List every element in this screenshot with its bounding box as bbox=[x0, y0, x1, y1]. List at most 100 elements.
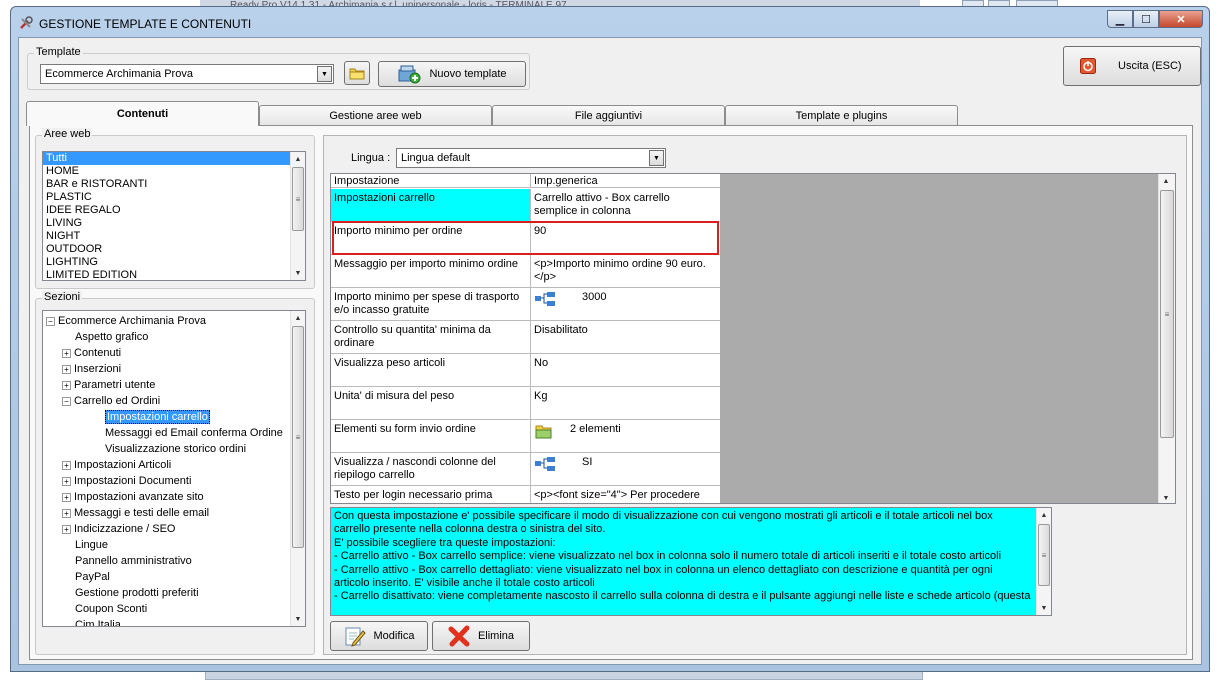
scroll-thumb[interactable]: ≡ bbox=[292, 326, 304, 548]
modifica-label: Modifica bbox=[373, 630, 415, 642]
elimina-button[interactable]: Elimina bbox=[432, 621, 530, 651]
tree-node[interactable]: + Impostazioni avanzate sito bbox=[46, 489, 305, 505]
aree-web-item[interactable]: LIVING bbox=[43, 217, 305, 230]
grid-cell-value[interactable]: Carrello attivo - Box carrello semplice … bbox=[531, 189, 719, 221]
exit-button[interactable]: Uscita (ESC) bbox=[1063, 46, 1201, 86]
tree-structure-icon[interactable] bbox=[534, 291, 556, 307]
open-folder-button[interactable] bbox=[344, 61, 370, 85]
aree-web-item[interactable]: OUTDOOR bbox=[43, 243, 305, 256]
tab-file-aggiuntivi[interactable]: File aggiuntivi bbox=[492, 105, 725, 125]
new-template-button[interactable]: Nuovo template bbox=[378, 61, 526, 87]
grid-cell-value[interactable]: 2 elementi bbox=[531, 420, 719, 452]
expand-icon[interactable]: + bbox=[62, 364, 71, 374]
tree-node-label: Indicizzazione / SEO bbox=[74, 523, 176, 535]
aree-web-item[interactable]: BAR e RISTORANTI bbox=[43, 178, 305, 191]
lingua-select[interactable]: Lingua default ▼ bbox=[396, 148, 666, 168]
grid-cell-value[interactable]: No bbox=[531, 354, 719, 386]
grid-cell-value[interactable]: <p>Importo minimo ordine 90 euro.</p> bbox=[531, 255, 719, 287]
expand-icon[interactable]: + bbox=[62, 380, 71, 390]
folder-icon[interactable] bbox=[534, 423, 556, 439]
grid-cell-value[interactable]: 3000 bbox=[531, 288, 719, 320]
tree-node[interactable]: Coupon Sconti bbox=[46, 601, 305, 617]
aree-web-item[interactable]: HOME bbox=[43, 165, 305, 178]
modifica-button[interactable]: Modifica bbox=[330, 621, 428, 651]
scroll-down-icon[interactable]: ▼ bbox=[1037, 601, 1051, 615]
grid-cell-value[interactable]: <p><font size="4"> Per procedere con la … bbox=[531, 486, 719, 503]
scroll-down-icon[interactable]: ▼ bbox=[291, 612, 305, 626]
expand-icon[interactable]: + bbox=[62, 460, 71, 470]
tree-node[interactable]: Messaggi ed Email conferma Ordine bbox=[46, 425, 305, 441]
tree-node[interactable]: Lingue bbox=[46, 537, 305, 553]
grid-row[interactable]: Impostazioni carrello Carrello attivo - B… bbox=[331, 189, 720, 222]
collapse-icon[interactable]: − bbox=[62, 396, 71, 406]
tree-node[interactable]: PayPal bbox=[46, 569, 305, 585]
maximize-button[interactable]: ☐ bbox=[1133, 10, 1159, 28]
sezioni-scrollbar[interactable]: ▲ ≡ ▼ bbox=[290, 311, 305, 626]
expand-icon[interactable]: + bbox=[62, 524, 71, 534]
grid-cell-value[interactable]: Disabilitato bbox=[531, 321, 719, 353]
tree-root-node[interactable]: − Ecommerce Archimania Prova bbox=[46, 313, 305, 329]
grid-cell-setting: Impostazioni carrello bbox=[331, 189, 531, 221]
grid-row[interactable]: Testo per login necessario prima dell'or… bbox=[331, 486, 720, 503]
aree-web-item[interactable]: LIGHTING bbox=[43, 256, 305, 269]
tree-node[interactable]: Pannello amministrativo bbox=[46, 553, 305, 569]
scroll-down-icon[interactable]: ▼ bbox=[1159, 491, 1173, 503]
description-scrollbar[interactable]: ▲ ≡ ▼ bbox=[1036, 508, 1051, 615]
tree-node[interactable]: + Inserzioni bbox=[46, 361, 305, 377]
grid-cell-value[interactable]: SI bbox=[531, 453, 719, 485]
scroll-thumb[interactable]: ≡ bbox=[1038, 524, 1050, 586]
collapse-icon[interactable]: − bbox=[46, 316, 55, 326]
scroll-thumb[interactable]: ≡ bbox=[292, 167, 304, 231]
tree-node[interactable]: + Contenuti bbox=[46, 345, 305, 361]
template-select[interactable]: Ecommerce Archimania Prova ▼ bbox=[40, 64, 334, 84]
tree-node[interactable]: Aspetto grafico bbox=[46, 329, 305, 345]
tree-node[interactable]: Gestione prodotti preferiti bbox=[46, 585, 305, 601]
grid-cell-value[interactable]: Kg bbox=[531, 387, 719, 419]
tree-structure-icon[interactable] bbox=[534, 456, 556, 472]
scroll-up-icon[interactable]: ▲ bbox=[1159, 174, 1173, 188]
grid-row[interactable]: Unita' di misura del peso Kg bbox=[331, 387, 720, 420]
tab-gestione-aree-web[interactable]: Gestione aree web bbox=[259, 105, 492, 125]
grid-row[interactable]: Visualizza peso articoli No bbox=[331, 354, 720, 387]
grid-row[interactable]: Messaggio per importo minimo ordine <p>Im… bbox=[331, 255, 720, 288]
grid-row[interactable]: Importo minimo per spese di trasporto e/… bbox=[331, 288, 720, 321]
grid-cell-setting: Importo minimo per spese di trasporto e/… bbox=[331, 288, 531, 320]
tree-node[interactable]: − Carrello ed Ordini bbox=[46, 393, 305, 409]
aree-web-scrollbar[interactable]: ▲ ≡ ▼ bbox=[290, 152, 305, 280]
expand-icon[interactable]: + bbox=[62, 348, 71, 358]
grid-row[interactable]: Elementi su form invio ordine 2 elementi bbox=[331, 420, 720, 453]
grid-row[interactable]: Controllo su quantita' minima da ordinar… bbox=[331, 321, 720, 354]
aree-web-item[interactable]: LIMITED EDITION bbox=[43, 269, 305, 280]
grid-scrollbar[interactable]: ▲ ≡ ▼ bbox=[1158, 174, 1175, 503]
close-button[interactable]: ✕ bbox=[1159, 10, 1203, 28]
expand-icon[interactable]: + bbox=[62, 508, 71, 518]
tree-node[interactable]: + Indicizzazione / SEO bbox=[46, 521, 305, 537]
scroll-up-icon[interactable]: ▲ bbox=[291, 311, 305, 325]
aree-web-item[interactable]: PLASTIC bbox=[43, 191, 305, 204]
expand-icon[interactable]: + bbox=[62, 476, 71, 486]
scroll-thumb[interactable]: ≡ bbox=[1160, 190, 1174, 438]
minimize-button[interactable]: ▁ bbox=[1107, 10, 1133, 28]
aree-web-item[interactable]: IDEE REGALO bbox=[43, 204, 305, 217]
tree-node[interactable]: + Parametri utente bbox=[46, 377, 305, 393]
grid-row[interactable]: Visualizza / nascondi colonne del riepil… bbox=[331, 453, 720, 486]
tab-contenuti[interactable]: Contenuti bbox=[26, 101, 259, 126]
tree-node[interactable]: + Impostazioni Articoli bbox=[46, 457, 305, 473]
expand-icon[interactable]: + bbox=[62, 492, 71, 502]
tree-node[interactable]: + Impostazioni Documenti bbox=[46, 473, 305, 489]
aree-web-item[interactable]: Tutti bbox=[43, 152, 305, 165]
scroll-down-icon[interactable]: ▼ bbox=[291, 266, 305, 280]
aree-web-list[interactable]: Tutti HOME BAR e RISTORANTI PLASTIC IDEE REG… bbox=[42, 151, 306, 281]
settings-grid[interactable]: Impostazione Imp.generica Impostazioni c… bbox=[331, 174, 720, 503]
tree-node[interactable]: Visualizzazione storico ordini bbox=[46, 441, 305, 457]
aree-web-item[interactable]: NIGHT bbox=[43, 230, 305, 243]
tab-template-plugins[interactable]: Template e plugins bbox=[725, 105, 958, 125]
scroll-up-icon[interactable]: ▲ bbox=[291, 152, 305, 166]
chevron-down-icon[interactable]: ▼ bbox=[649, 150, 664, 166]
chevron-down-icon[interactable]: ▼ bbox=[317, 66, 332, 82]
tree-node[interactable]: + Messaggi e testi delle email bbox=[46, 505, 305, 521]
scroll-up-icon[interactable]: ▲ bbox=[1037, 508, 1051, 522]
sezioni-tree[interactable]: − Ecommerce Archimania Prova Aspetto graf… bbox=[42, 310, 306, 627]
tree-node[interactable]: Impostazioni carrello bbox=[46, 409, 305, 425]
tree-node[interactable]: Cim Italia bbox=[46, 617, 305, 626]
